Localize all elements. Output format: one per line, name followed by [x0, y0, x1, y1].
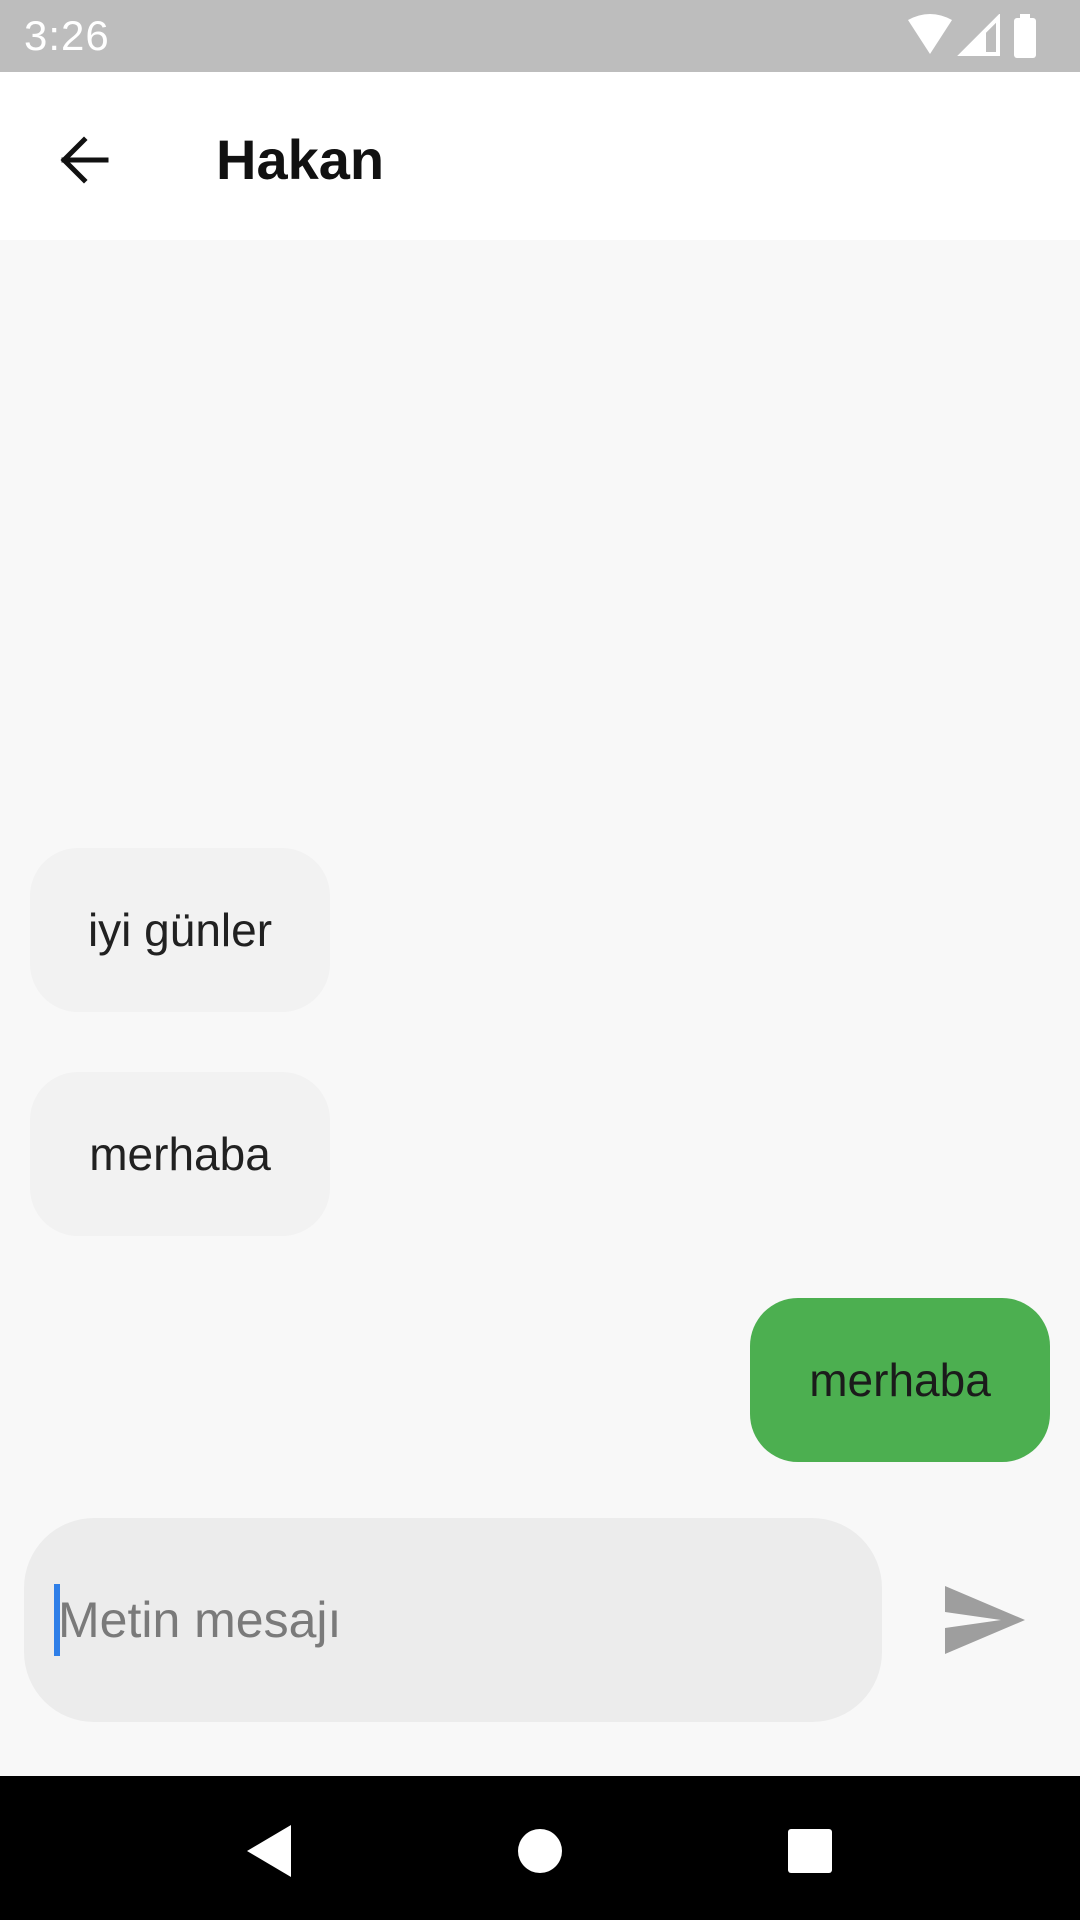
send-icon [945, 1586, 1025, 1654]
message-bubble-incoming: merhaba [30, 1072, 330, 1236]
chat-title: Hakan [216, 128, 385, 191]
send-button[interactable] [930, 1570, 1040, 1670]
message-composer [24, 1518, 882, 1722]
message-bubble-incoming: iyi günler [30, 848, 330, 1012]
signal-icon [957, 13, 1000, 56]
message-bubble-outgoing: merhaba [750, 1298, 1050, 1462]
status-time: 3:26 [24, 12, 110, 59]
status-icons [908, 13, 1058, 58]
app-bar: Hakan [0, 72, 1080, 240]
message-input[interactable] [54, 1580, 838, 1660]
back-button[interactable] [40, 116, 128, 204]
nav-recents-button[interactable] [755, 1796, 865, 1906]
nav-back-icon [247, 1825, 291, 1877]
navigation-bar [0, 1776, 1080, 1920]
nav-back-button[interactable] [214, 1796, 324, 1906]
message-text: merhaba [89, 1128, 271, 1180]
message-text: iyi günler [87, 904, 273, 956]
nav-recents-icon [788, 1829, 832, 1873]
message-list[interactable]: iyi günler merhaba merhaba [0, 240, 1080, 1520]
nav-home-button[interactable] [485, 1796, 595, 1906]
battery-icon [1014, 14, 1036, 58]
wifi-icon [908, 14, 952, 54]
nav-home-icon [518, 1829, 562, 1873]
status-bar: 3:26 [0, 0, 1080, 72]
arrow-back-icon [60, 136, 109, 184]
message-text: merhaba [809, 1354, 991, 1406]
